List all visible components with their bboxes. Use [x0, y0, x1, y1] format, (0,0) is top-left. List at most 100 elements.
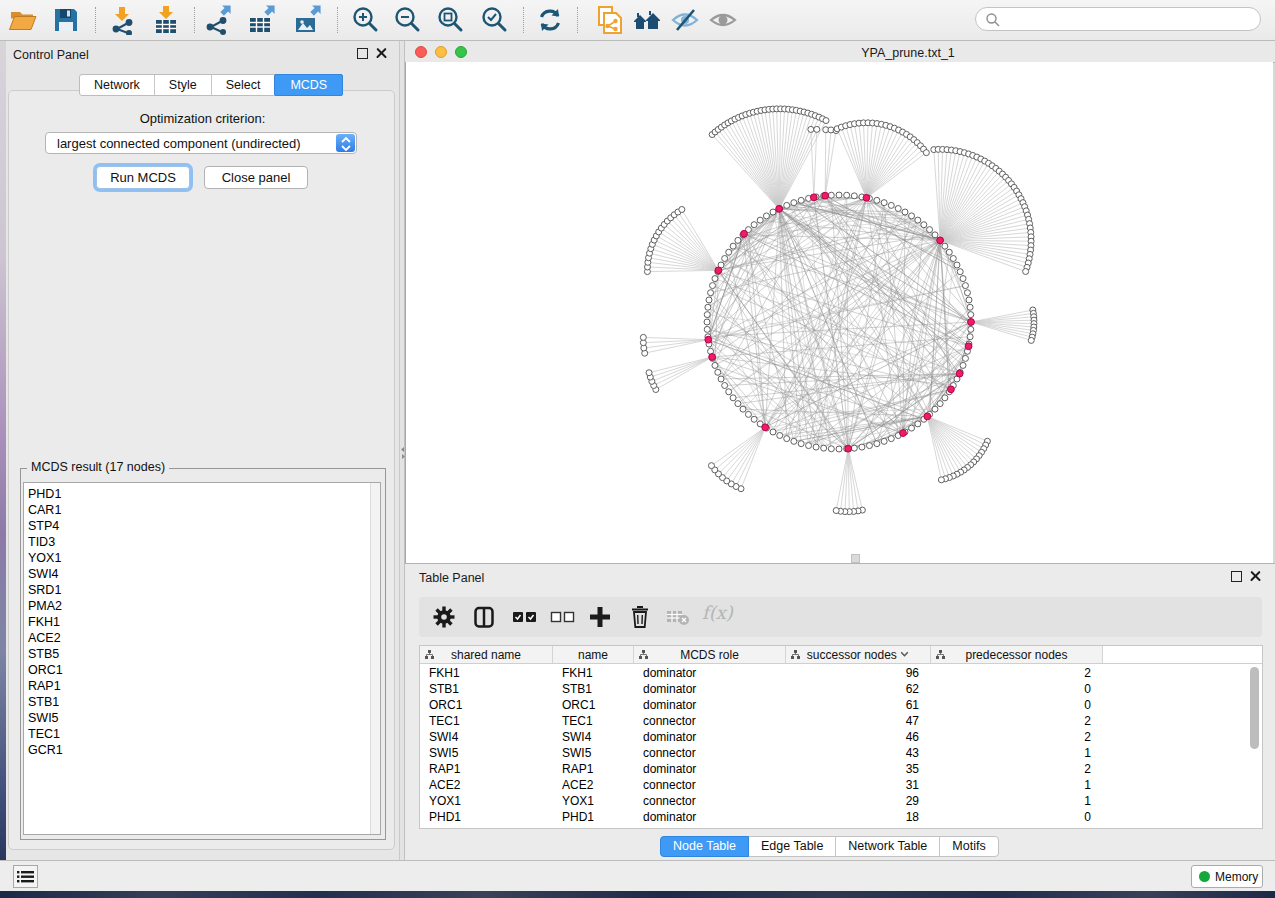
zoom-selected-icon[interactable] — [479, 5, 509, 35]
table-row[interactable]: PHD1PHD1dominator180 — [420, 809, 1262, 825]
graph-ring-node[interactable] — [828, 192, 834, 198]
table-row[interactable]: FKH1FKH1dominator962 — [420, 665, 1262, 681]
memory-button[interactable]: Memory — [1191, 865, 1263, 888]
table-row[interactable]: SWI4SWI4dominator462 — [420, 729, 1262, 745]
graph-leaf-node[interactable] — [808, 126, 814, 132]
graph-ring-node[interactable] — [735, 401, 741, 407]
graph-ring-node[interactable] — [751, 416, 757, 422]
graph-hub-node[interactable] — [705, 336, 712, 343]
graph-ring-node[interactable] — [745, 411, 751, 417]
graph-hub-node[interactable] — [965, 343, 972, 350]
graph-ring-node[interactable] — [927, 227, 933, 233]
graph-ring-node[interactable] — [712, 276, 718, 282]
graph-hub-node[interactable] — [762, 424, 769, 431]
mcds-result-item[interactable]: PMA2 — [24, 598, 380, 614]
graph-ring-node[interactable] — [735, 237, 741, 243]
refresh-icon[interactable] — [535, 5, 565, 35]
graph-ring-node[interactable] — [851, 445, 857, 451]
network-view[interactable] — [405, 62, 1273, 563]
graph-ring-node[interactable] — [895, 206, 901, 212]
close-panel-button[interactable]: Close panel — [204, 166, 308, 189]
graph-ring-node[interactable] — [881, 438, 887, 444]
graph-hub-node[interactable] — [863, 194, 870, 201]
export-network-icon[interactable] — [203, 5, 233, 35]
column-header-MCDS-role[interactable]: MCDS role — [634, 646, 786, 663]
tab-style[interactable]: Style — [155, 75, 212, 95]
graph-ring-node[interactable] — [874, 197, 880, 203]
graph-hub-node[interactable] — [822, 192, 829, 199]
export-image-icon[interactable] — [293, 5, 323, 35]
table-row[interactable]: STB1STB1dominator620 — [420, 681, 1262, 697]
graph-ring-node[interactable] — [740, 406, 746, 412]
graph-ring-node[interactable] — [950, 256, 956, 262]
graph-ring-node[interactable] — [757, 217, 763, 223]
split-view-icon[interactable] — [474, 605, 494, 629]
graph-ring-node[interactable] — [708, 290, 714, 296]
graph-hub-node[interactable] — [948, 386, 955, 393]
graph-ring-node[interactable] — [851, 193, 857, 199]
graph-hub-node[interactable] — [810, 194, 817, 201]
graph-hub-node[interactable] — [715, 267, 722, 274]
table-row[interactable]: ACE2ACE2connector311 — [420, 777, 1262, 793]
tab-network-table[interactable]: Network Table — [836, 837, 940, 856]
export-table-icon[interactable] — [247, 5, 277, 35]
optimization-dropdown[interactable]: largest connected component (undirected) — [45, 132, 357, 154]
graph-ring-node[interactable] — [777, 432, 783, 438]
mcds-result-item[interactable]: STB1 — [24, 694, 380, 710]
graph-ring-node[interactable] — [960, 276, 966, 282]
graph-ring-node[interactable] — [705, 304, 711, 310]
graph-ring-node[interactable] — [915, 421, 921, 427]
graph-ring-node[interactable] — [718, 376, 724, 382]
add-column-icon[interactable] — [589, 605, 611, 629]
graph-ring-node[interactable] — [704, 312, 710, 318]
mcds-result-item[interactable]: CAR1 — [24, 502, 380, 518]
save-icon[interactable] — [51, 5, 81, 35]
graph-ring-node[interactable] — [957, 269, 963, 275]
graph-ring-node[interactable] — [932, 406, 938, 412]
graph-ring-node[interactable] — [710, 283, 716, 289]
graph-hub-node[interactable] — [900, 430, 907, 437]
graph-ring-node[interactable] — [722, 383, 728, 389]
graph-ring-node[interactable] — [730, 243, 736, 249]
graph-ring-node[interactable] — [770, 429, 776, 435]
gear-icon[interactable] — [432, 605, 456, 629]
graph-ring-node[interactable] — [821, 445, 827, 451]
graph-ring-node[interactable] — [722, 256, 728, 262]
graph-ring-node[interactable] — [909, 425, 915, 431]
graph-ring-node[interactable] — [791, 200, 797, 206]
first-neighbors-icon[interactable] — [632, 5, 662, 35]
minimize-window-icon[interactable] — [435, 46, 447, 58]
table-row[interactable]: TEC1TEC1connector472 — [420, 713, 1262, 729]
graph-ring-node[interactable] — [962, 355, 968, 361]
column-header-predecessor-nodes[interactable]: predecessor nodes — [931, 646, 1103, 663]
duplicate-network-icon[interactable] — [595, 5, 625, 35]
graph-ring-node[interactable] — [937, 401, 943, 407]
hide-selected-icon[interactable] — [670, 5, 700, 35]
zoom-fit-icon[interactable] — [435, 5, 465, 35]
select-all-icon[interactable] — [512, 605, 538, 629]
run-mcds-button[interactable]: Run MCDS — [96, 166, 190, 189]
graph-ring-node[interactable] — [888, 202, 894, 208]
open-file-icon[interactable] — [8, 5, 38, 35]
graph-ring-node[interactable] — [932, 232, 938, 238]
table-row[interactable]: RAP1RAP1dominator352 — [420, 761, 1262, 777]
zoom-out-icon[interactable] — [392, 5, 422, 35]
table-row[interactable]: YOX1YOX1connector291 — [420, 793, 1262, 809]
show-all-icon[interactable] — [708, 5, 738, 35]
graph-ring-node[interactable] — [902, 209, 908, 215]
graph-ring-node[interactable] — [813, 444, 819, 450]
mcds-list-scrollbar[interactable] — [370, 483, 380, 834]
graph-ring-node[interactable] — [881, 200, 887, 206]
graph-hub-node[interactable] — [937, 237, 944, 244]
mcds-result-item[interactable]: ACE2 — [24, 630, 380, 646]
mcds-result-item[interactable]: YOX1 — [24, 550, 380, 566]
column-header-successor-nodes[interactable]: successor nodes — [786, 646, 931, 663]
import-table-icon[interactable] — [151, 5, 181, 35]
mcds-result-item[interactable]: SWI5 — [24, 710, 380, 726]
graph-hub-node[interactable] — [956, 370, 963, 377]
graph-ring-node[interactable] — [966, 297, 972, 303]
mcds-result-item[interactable]: STB5 — [24, 646, 380, 662]
graph-ring-node[interactable] — [866, 443, 872, 449]
graph-ring-node[interactable] — [921, 222, 927, 228]
delete-table-icon[interactable] — [666, 605, 690, 629]
